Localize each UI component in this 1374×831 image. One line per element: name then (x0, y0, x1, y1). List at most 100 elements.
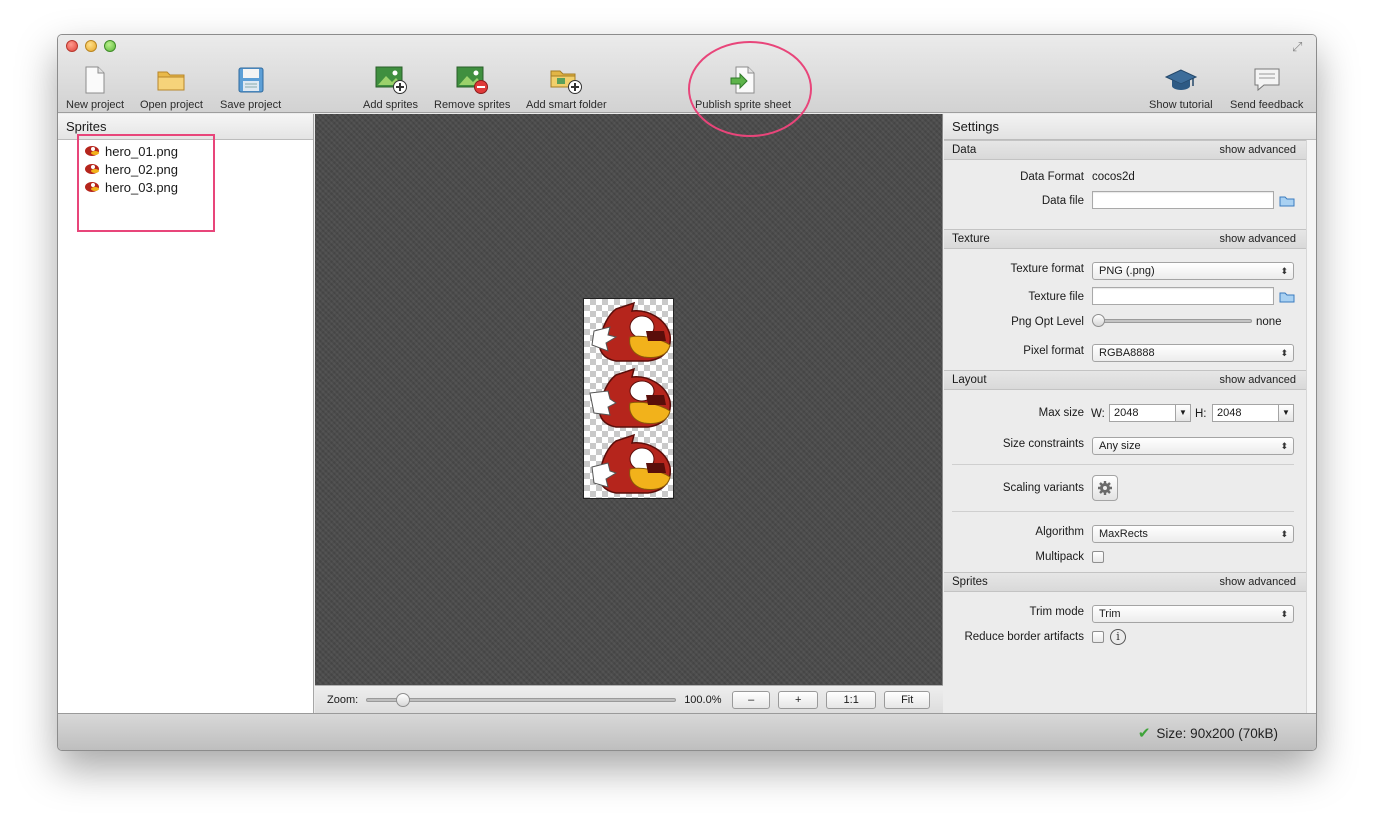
trim-mode-label: Trim mode (1029, 606, 1084, 618)
updown-arrows-icon: ⬍ (1280, 529, 1288, 539)
max-height-value: 2048 (1217, 407, 1242, 419)
data-file-label: Data file (1041, 195, 1084, 207)
hero-sprite (591, 301, 672, 362)
max-height-combo[interactable]: 2048 ▼ (1212, 404, 1294, 422)
size-constraints-select[interactable]: Any size ⬍ (1092, 437, 1294, 455)
png-opt-level-label: Png Opt Level (1011, 316, 1084, 328)
zoom-out-button[interactable]: – (732, 690, 771, 709)
status-size: ✔ Size: 90x200 (70kB) (1138, 724, 1278, 742)
trim-mode-value: Trim (1099, 608, 1121, 620)
settings-scrollbar[interactable] (1306, 140, 1316, 713)
zoom-label: Zoom: (327, 693, 359, 706)
texture-show-advanced-link[interactable]: show advanced (1220, 230, 1296, 248)
updown-arrows-icon: ⬍ (1280, 609, 1288, 619)
sprite-sheet-canvas[interactable] (315, 114, 943, 685)
fullscreen-icon[interactable]: ⤢ (1292, 40, 1306, 54)
multipack-label: Multipack (1035, 551, 1084, 563)
layout-show-advanced-link[interactable]: show advanced (1220, 371, 1296, 389)
show-tutorial-label: Show tutorial (1149, 99, 1213, 111)
sprites-section-header: Sprites show advanced (944, 572, 1306, 592)
zoom-value: 100.0% (684, 693, 722, 706)
algorithm-select[interactable]: MaxRects ⬍ (1092, 525, 1294, 543)
max-size-label: Max size (1038, 407, 1084, 419)
layout-section-title: Layout (952, 374, 987, 386)
remove-sprites-button[interactable]: Remove sprites (434, 65, 510, 111)
zoom-slider-knob[interactable] (396, 692, 411, 707)
window-close-button[interactable] (66, 40, 78, 52)
remove-image-icon (455, 65, 489, 95)
publish-highlight-annotation (688, 41, 812, 137)
size-constraints-value: Any size (1099, 440, 1141, 452)
zoom-slider[interactable] (366, 692, 677, 707)
open-project-label: Open project (140, 99, 203, 111)
zoom-in-button[interactable]: + (778, 690, 819, 709)
data-section-header: Data show advanced (944, 140, 1306, 160)
folder-icon[interactable] (1279, 291, 1295, 303)
data-format-value: cocos2d (1092, 171, 1135, 183)
add-smart-folder-button[interactable]: Add smart folder (526, 65, 607, 111)
max-height-label: H: (1195, 408, 1207, 420)
add-image-icon (374, 65, 408, 95)
trim-mode-select[interactable]: Trim ⬍ (1092, 605, 1294, 623)
layout-section-header: Layout show advanced (944, 370, 1306, 390)
zoom-bar: Zoom: 100.0% – + 1:1 Fit (315, 685, 943, 713)
status-size-text: Size: 90x200 (70kB) (1156, 725, 1278, 741)
sprite-list-highlight-annotation (77, 134, 215, 232)
algorithm-label: Algorithm (1035, 526, 1084, 538)
texture-format-label: Texture format (1010, 263, 1085, 275)
algorithm-value: MaxRects (1099, 528, 1148, 540)
graduation-cap-icon (1164, 65, 1198, 95)
open-project-button[interactable]: Open project (140, 65, 203, 111)
pixel-format-value: RGBA8888 (1099, 347, 1155, 359)
new-project-button[interactable]: New project (66, 65, 124, 111)
size-constraints-label: Size constraints (1002, 438, 1084, 450)
max-width-value: 2048 (1114, 407, 1139, 419)
new-document-icon (78, 65, 112, 95)
folder-icon[interactable] (1279, 195, 1295, 207)
max-width-label: W: (1091, 408, 1105, 420)
send-feedback-label: Send feedback (1230, 99, 1304, 111)
show-tutorial-button[interactable]: Show tutorial (1149, 65, 1213, 111)
window-minimize-button[interactable] (85, 40, 97, 52)
texture-section-title: Texture (952, 233, 990, 245)
data-file-field[interactable] (1092, 191, 1274, 209)
reduce-border-artifacts-label: Reduce border artifacts (964, 631, 1084, 643)
app-window: ⤢ New project Open project Save project … (57, 34, 1317, 751)
png-opt-level-slider[interactable] (1094, 319, 1252, 323)
add-sprites-button[interactable]: Add sprites (363, 65, 418, 111)
section-divider (952, 511, 1294, 512)
save-project-label: Save project (220, 99, 282, 111)
png-opt-level-value: none (1256, 316, 1282, 328)
window-zoom-button[interactable] (104, 40, 116, 52)
scaling-variants-button[interactable] (1092, 475, 1118, 501)
texture-format-value: PNG (.png) (1099, 265, 1155, 277)
dropdown-arrow-icon[interactable]: ▼ (1175, 405, 1190, 421)
toolbar: ⤢ New project Open project Save project … (58, 35, 1316, 113)
updown-arrows-icon: ⬍ (1280, 348, 1288, 358)
multipack-checkbox[interactable] (1092, 551, 1104, 563)
data-section-title: Data (952, 144, 977, 156)
sprites-show-advanced-link[interactable]: show advanced (1220, 573, 1296, 591)
max-width-combo[interactable]: 2048 ▼ (1109, 404, 1191, 422)
data-show-advanced-link[interactable]: show advanced (1220, 141, 1296, 159)
send-feedback-button[interactable]: Send feedback (1230, 65, 1303, 111)
info-icon[interactable]: i (1110, 629, 1126, 645)
texture-file-field[interactable] (1092, 287, 1274, 305)
speech-bubble-icon (1250, 65, 1284, 95)
zoom-fit-button[interactable]: Fit (884, 690, 931, 709)
reduce-border-artifacts-checkbox[interactable] (1092, 631, 1104, 643)
texture-section-header: Texture show advanced (944, 229, 1306, 249)
dropdown-arrow-icon[interactable]: ▼ (1278, 405, 1293, 421)
texture-format-select[interactable]: PNG (.png) ⬍ (1092, 262, 1294, 280)
pixel-format-select[interactable]: RGBA8888 ⬍ (1092, 344, 1294, 362)
status-bar: ✔ Size: 90x200 (70kB) (58, 713, 1316, 750)
sprites-section-title: Sprites (952, 576, 988, 588)
save-project-button[interactable]: Save project (220, 65, 281, 111)
data-format-label: Data Format (1020, 171, 1084, 183)
updown-arrows-icon: ⬍ (1280, 441, 1288, 451)
folder-open-icon (154, 65, 188, 95)
pixel-format-label: Pixel format (1023, 345, 1084, 357)
scaling-variants-label: Scaling variants (1002, 482, 1084, 494)
png-opt-level-knob[interactable] (1092, 314, 1105, 327)
zoom-actual-size-button[interactable]: 1:1 (826, 690, 877, 709)
